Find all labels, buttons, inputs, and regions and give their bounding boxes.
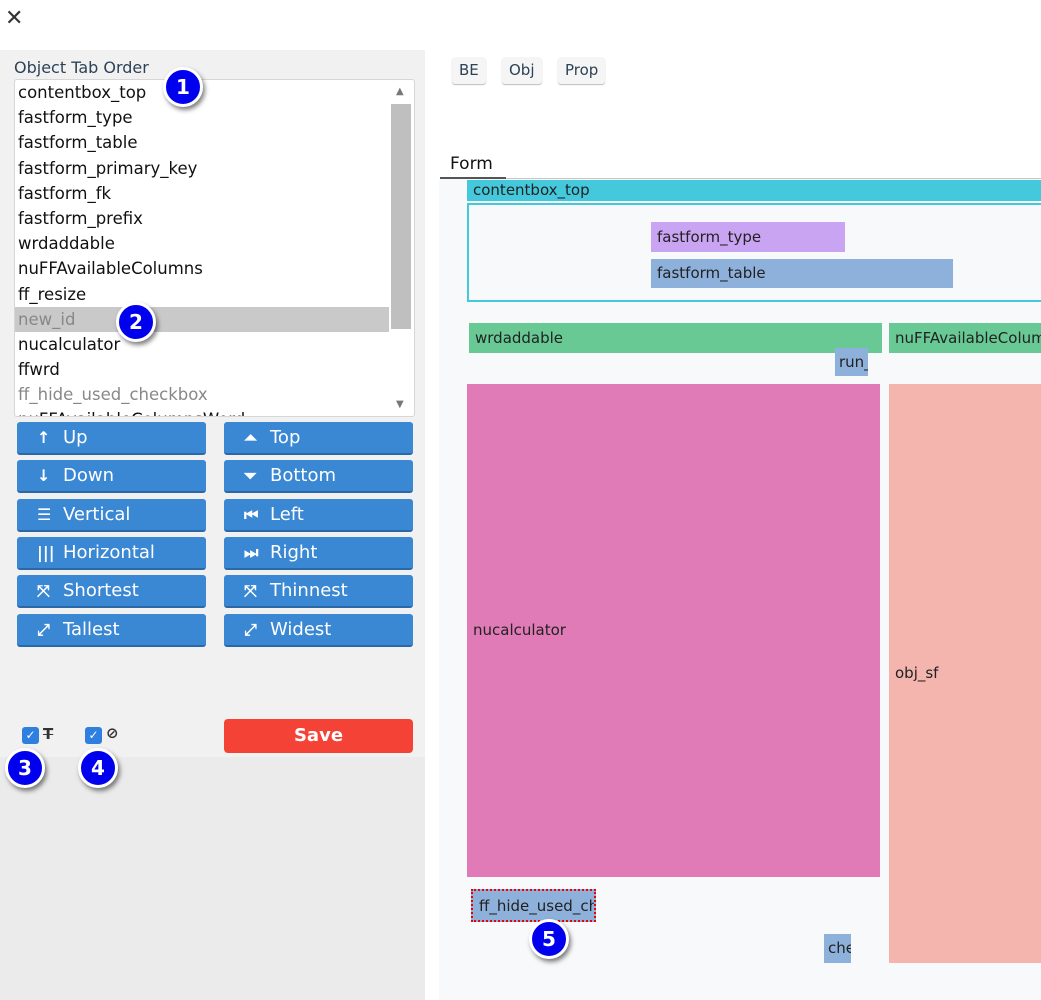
bottom-button[interactable]: ⏷ Bottom [224, 460, 413, 493]
arrow-up-icon: ↑ [37, 428, 51, 447]
list-item[interactable]: contentbox_top [15, 80, 414, 105]
list-item[interactable]: fastform_table [15, 130, 414, 155]
move-top-icon: ⏶ [244, 428, 257, 447]
button-label: Top [270, 427, 301, 448]
list-item[interactable]: nuFFAvailableColumns [15, 256, 414, 281]
list-item[interactable]: nucalculator [15, 332, 414, 357]
button-label: Tallest [63, 619, 120, 640]
tallest-button[interactable]: ⤢ Tallest [17, 614, 206, 647]
tab-form[interactable]: Form [450, 154, 493, 174]
list-item[interactable]: nuFFAvailableColumnsWord [15, 407, 414, 416]
block-nucalculator[interactable]: nucalculator [467, 384, 880, 877]
button-label: Thinnest [270, 580, 348, 601]
compress-icon: ⤧ [37, 581, 50, 600]
vertical-button[interactable]: ☰ Vertical [17, 499, 206, 532]
align-horizontal-icon: ||| [37, 543, 55, 562]
scrollbar[interactable]: ▲ ▼ [390, 80, 412, 416]
thinnest-button[interactable]: ⤧ Thinnest [224, 575, 413, 608]
tab-order-list[interactable]: contentbox_top fastform_type fastform_tabl… [14, 79, 415, 417]
up-button[interactable]: ↑ Up [17, 422, 206, 455]
block-obj-sf[interactable]: obj_sf [889, 384, 1041, 963]
move-bottom-icon: ⏷ [244, 466, 257, 485]
badge-4: 4 [78, 748, 118, 788]
list-item[interactable]: ff_hide_used_checkbox [15, 382, 414, 407]
list-item[interactable]: fastform_type [15, 105, 414, 130]
block-fastform-table[interactable]: fastform_table [651, 259, 953, 288]
eye-slash-icon: ⊘ [106, 724, 119, 742]
button-label: Down [63, 465, 115, 486]
list-item[interactable]: ffwrd [15, 357, 414, 382]
list-item[interactable]: fastform_prefix [15, 206, 414, 231]
align-right-icon: ⏭ [244, 543, 259, 562]
compress-icon: ⤧ [244, 581, 257, 600]
hide-hidden-checkbox[interactable]: ✓ [85, 727, 102, 744]
badge-1: 1 [163, 67, 203, 107]
list-item[interactable]: ff_resize [15, 282, 414, 307]
block-ff-hide-used-checkbox[interactable]: ff_hide_used_checkbox [471, 889, 596, 922]
widest-button[interactable]: ⤢ Widest [224, 614, 413, 647]
scrollbar-thumb[interactable] [391, 104, 411, 329]
scroll-up-icon[interactable]: ▲ [396, 86, 404, 97]
badge-3: 3 [5, 748, 45, 788]
scroll-down-icon[interactable]: ▼ [396, 399, 404, 410]
button-label: Horizontal [63, 542, 155, 563]
block-nuffavailablecolumns[interactable]: nuFFAvailableColumns [889, 323, 1041, 353]
align-vertical-icon: ☰ [37, 505, 52, 524]
prop-button[interactable]: Prop [558, 57, 606, 84]
badge-2: 2 [116, 302, 156, 342]
expand-icon: ⤢ [37, 620, 50, 639]
down-button[interactable]: ↓ Down [17, 460, 206, 493]
block-checkbox[interactable]: checkbox [824, 934, 851, 963]
badge-5: 5 [529, 919, 569, 959]
tab-order-label: Object Tab Order [14, 58, 149, 77]
button-label: Bottom [270, 465, 337, 486]
button-label: Widest [270, 619, 332, 640]
top-button[interactable]: ⏶ Top [224, 422, 413, 455]
left-button[interactable]: ⏮ Left [224, 499, 413, 532]
save-button[interactable]: Save [224, 719, 413, 753]
list-item[interactable]: fastform_primary_key [15, 156, 414, 181]
expand-icon: ⤢ [244, 620, 257, 639]
button-label: Up [63, 427, 88, 448]
block-run[interactable]: run_ [835, 348, 868, 376]
list-item[interactable]: wrdaddable [15, 231, 414, 256]
block-fastform-type[interactable]: fastform_type [651, 222, 845, 252]
button-label: Vertical [63, 504, 131, 525]
horizontal-button[interactable]: ||| Horizontal [17, 537, 206, 570]
button-label: Left [270, 504, 304, 525]
right-button[interactable]: ⏭ Right [224, 537, 413, 570]
list-item[interactable]: fastform_fk [15, 181, 414, 206]
text-slash-icon: T [43, 725, 54, 743]
arrow-down-icon: ↓ [37, 466, 51, 485]
be-button[interactable]: BE [452, 57, 486, 84]
shortest-button[interactable]: ⤧ Shortest [17, 575, 206, 608]
button-label: Right [270, 542, 318, 563]
obj-button[interactable]: Obj [502, 57, 542, 84]
hide-text-checkbox[interactable]: ✓ [22, 727, 39, 744]
block-contentbox-top[interactable]: contentbox_top [467, 180, 1041, 201]
block-wrdaddable[interactable]: wrdaddable [469, 323, 882, 353]
close-icon[interactable]: ✕ [5, 8, 23, 30]
align-left-icon: ⏮ [244, 505, 259, 524]
list-item[interactable]: new_id [15, 306, 389, 332]
button-label: Shortest [63, 580, 139, 601]
